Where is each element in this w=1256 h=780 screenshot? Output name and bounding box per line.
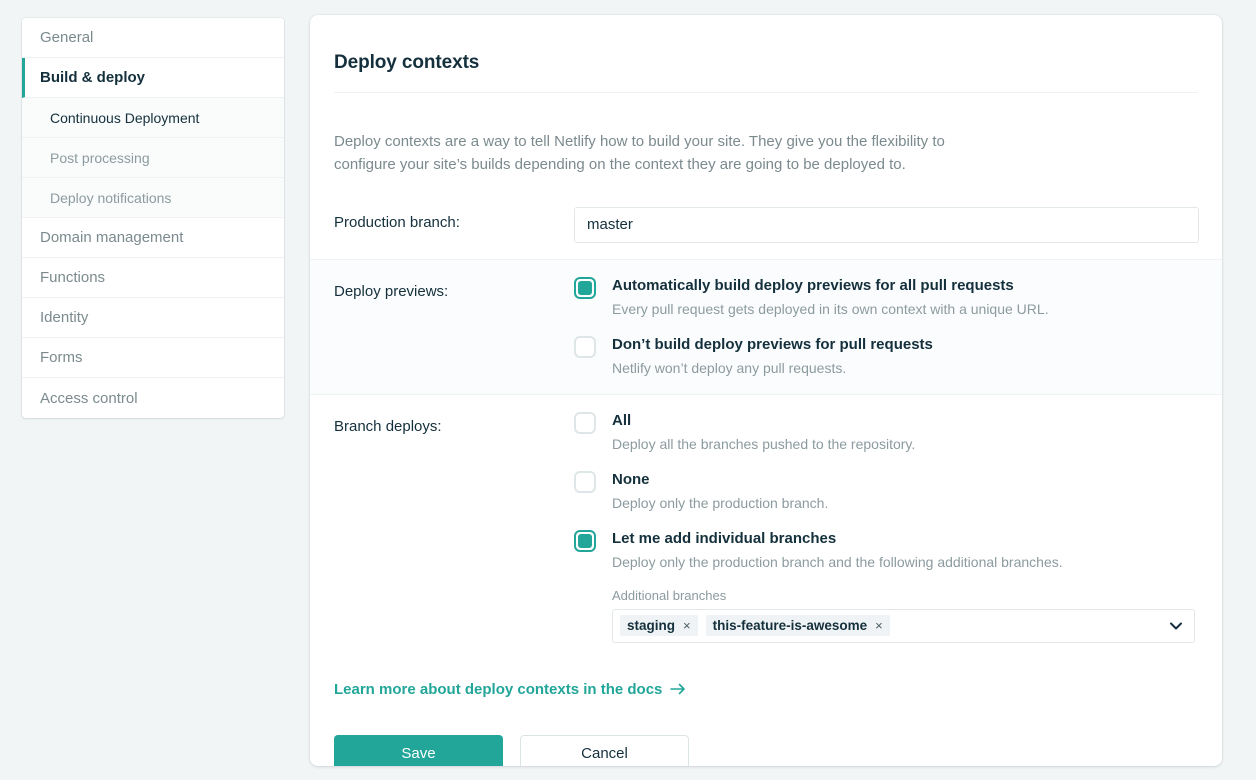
additional-branches-group: Additional branches staging × this-featu…	[612, 588, 1198, 643]
option-title: Let me add individual branches	[612, 530, 836, 547]
settings-page: General Build & deploy Continuous Deploy…	[0, 0, 1256, 780]
sidebar-item-build-and-deploy[interactable]: Build & deploy	[22, 58, 284, 98]
production-branch-label: Production branch:	[334, 207, 574, 243]
sidebar-item-deploy-notifications[interactable]: Deploy notifications	[22, 178, 284, 218]
branch-deploys-row: Branch deploys: All Deploy all the branc…	[310, 395, 1222, 659]
branch-tag: staging ×	[620, 615, 698, 636]
option-description: Every pull request gets deployed in its …	[612, 299, 1198, 319]
sidebar-item-forms[interactable]: Forms	[22, 338, 284, 378]
deploy-contexts-docs-link[interactable]: Learn more about deploy contexts in the …	[334, 681, 686, 698]
checkbox-icon[interactable]	[574, 277, 596, 299]
sidebar-item-label: Build & deploy	[40, 69, 145, 86]
checkbox-icon[interactable]	[574, 412, 596, 434]
save-button[interactable]: Save	[334, 735, 503, 766]
branch-deploys-label: Branch deploys:	[334, 411, 574, 643]
checkbox-icon[interactable]	[574, 336, 596, 358]
sidebar-item-access-control[interactable]: Access control	[22, 378, 284, 418]
docs-link-label: Learn more about deploy contexts in the …	[334, 681, 662, 698]
deploy-previews-row: Deploy previews: Automatically build dep…	[310, 259, 1222, 395]
production-branch-body	[574, 207, 1199, 243]
checkbox-icon[interactable]	[574, 471, 596, 493]
option-description: Deploy only the production branch.	[612, 493, 1198, 513]
checkbox-icon[interactable]	[574, 530, 596, 552]
deploy-previews-option-auto[interactable]: Automatically build deploy previews for …	[574, 276, 1198, 319]
branch-deploys-option-individual[interactable]: Let me add individual branches Deploy on…	[574, 529, 1198, 572]
branch-deploys-options: All Deploy all the branches pushed to th…	[574, 411, 1198, 643]
arrow-right-icon	[670, 683, 686, 695]
remove-tag-icon[interactable]: ×	[683, 619, 691, 632]
sidebar-item-label: General	[40, 29, 93, 46]
deploy-previews-label: Deploy previews:	[334, 276, 574, 378]
intro-text: Deploy contexts are a way to tell Netlif…	[310, 108, 1030, 176]
settings-sidebar: General Build & deploy Continuous Deploy…	[22, 18, 284, 418]
sidebar-item-label: Functions	[40, 269, 105, 286]
cancel-button[interactable]: Cancel	[520, 735, 689, 766]
deploy-contexts-card: Deploy contexts Deploy contexts are a wa…	[310, 15, 1222, 766]
additional-branches-label: Additional branches	[612, 588, 1198, 603]
sidebar-item-functions[interactable]: Functions	[22, 258, 284, 298]
branch-tag-label: this-feature-is-awesome	[713, 618, 868, 633]
sidebar-item-general[interactable]: General	[22, 18, 284, 58]
additional-branches-select[interactable]: staging × this-feature-is-awesome ×	[612, 609, 1195, 643]
option-title: Don’t build deploy previews for pull req…	[612, 336, 933, 353]
deploy-previews-options: Automatically build deploy previews for …	[574, 276, 1198, 378]
page-title: Deploy contexts	[310, 28, 1222, 74]
option-description: Netlify won’t deploy any pull requests.	[612, 358, 1198, 378]
production-branch-row: Production branch:	[310, 191, 1222, 259]
branch-deploys-option-all[interactable]: All Deploy all the branches pushed to th…	[574, 411, 1198, 454]
form-actions: Save Cancel	[334, 735, 1222, 766]
branch-tag: this-feature-is-awesome ×	[706, 615, 890, 636]
branch-tag-label: staging	[627, 618, 675, 633]
sidebar-item-label: Continuous Deployment	[50, 110, 199, 126]
sidebar-item-domain-management[interactable]: Domain management	[22, 218, 284, 258]
sidebar-item-label: Identity	[40, 309, 88, 326]
option-title: None	[612, 471, 650, 488]
production-branch-input[interactable]	[574, 207, 1199, 243]
chevron-down-icon[interactable]	[1170, 622, 1182, 630]
sidebar-item-label: Access control	[40, 390, 138, 407]
option-title: Automatically build deploy previews for …	[612, 277, 1014, 294]
sidebar-item-label: Post processing	[50, 150, 150, 166]
sidebar-item-continuous-deployment[interactable]: Continuous Deployment	[22, 98, 284, 138]
branch-deploys-option-none[interactable]: None Deploy only the production branch.	[574, 470, 1198, 513]
sidebar-item-post-processing[interactable]: Post processing	[22, 138, 284, 178]
sidebar-item-label: Deploy notifications	[50, 190, 171, 206]
sidebar-item-label: Domain management	[40, 229, 183, 246]
option-description: Deploy all the branches pushed to the re…	[612, 434, 1198, 454]
remove-tag-icon[interactable]: ×	[875, 619, 883, 632]
title-divider	[334, 92, 1198, 93]
sidebar-item-identity[interactable]: Identity	[22, 298, 284, 338]
option-description: Deploy only the production branch and th…	[612, 552, 1198, 572]
option-title: All	[612, 412, 631, 429]
sidebar-item-label: Forms	[40, 349, 83, 366]
deploy-previews-option-none[interactable]: Don’t build deploy previews for pull req…	[574, 335, 1198, 378]
